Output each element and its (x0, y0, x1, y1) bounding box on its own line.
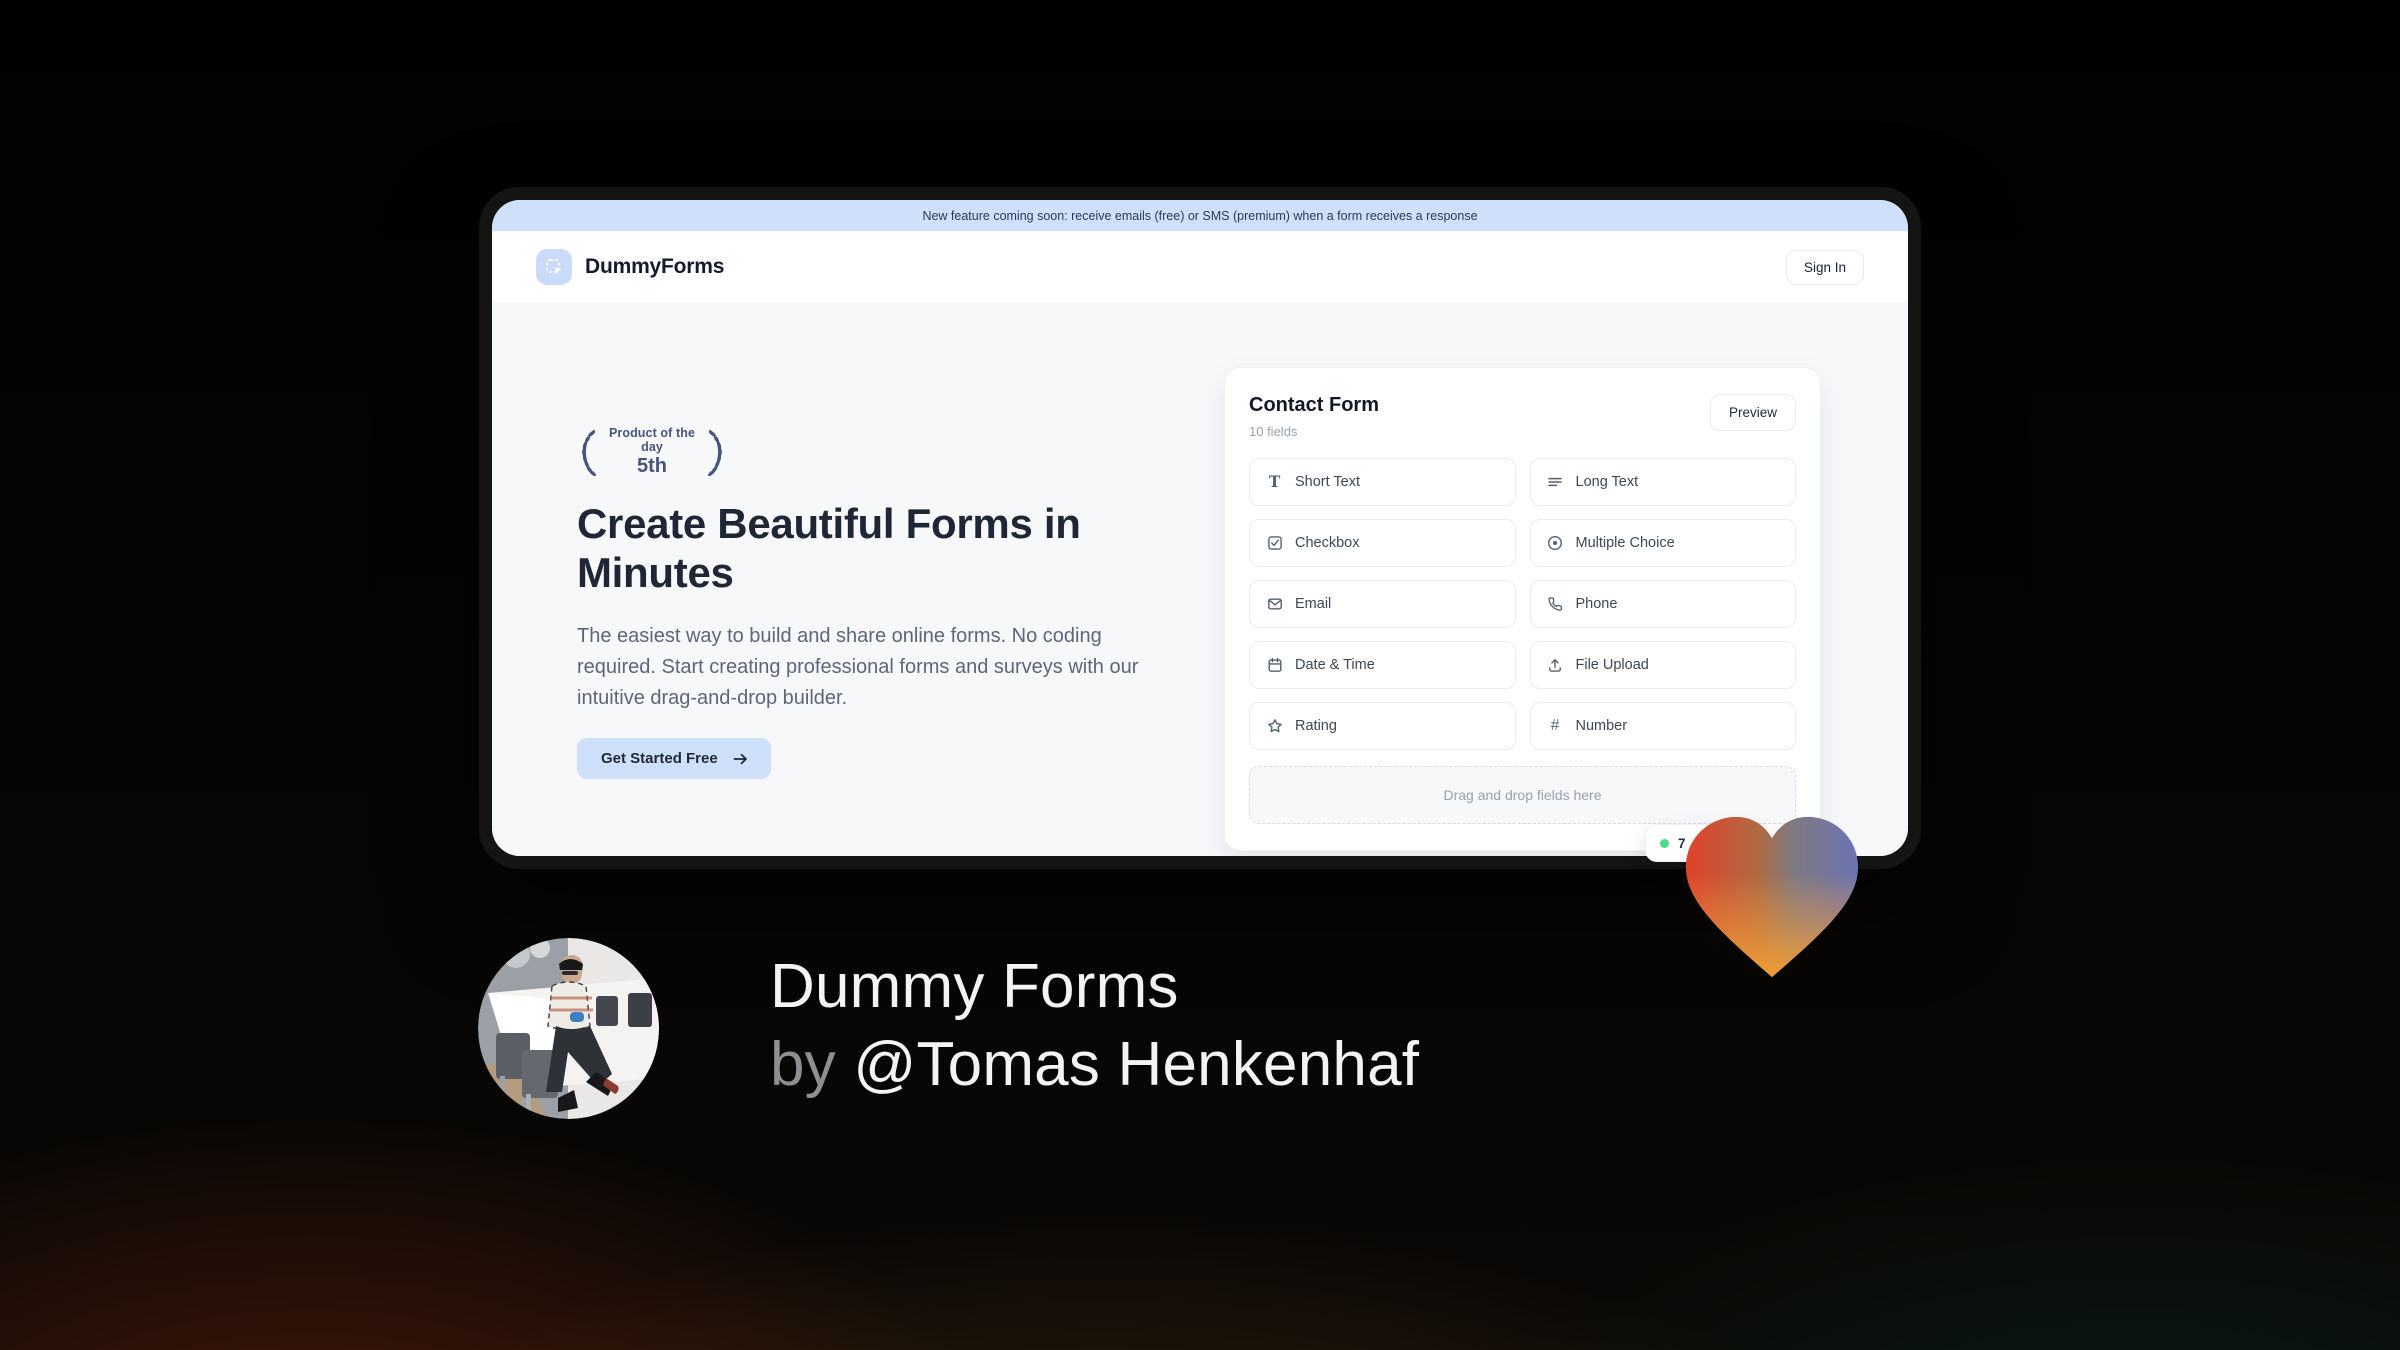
dummyforms-logo-icon (536, 249, 572, 285)
award-line2: 5th (637, 455, 667, 477)
author-avatar (478, 938, 659, 1119)
form-field-count: 10 fields (1249, 424, 1298, 439)
hash-icon: # (1550, 717, 1560, 735)
preview-button[interactable]: Preview (1709, 394, 1796, 431)
calendar-icon (1266, 657, 1283, 673)
laurel-left-icon (582, 429, 597, 477)
app-header: DummyForms Sign In (492, 231, 1908, 303)
field-tile-long-text[interactable]: Long Text (1529, 458, 1796, 506)
hero-left-column: Product of the day 5th Create Beautiful … (577, 425, 1165, 780)
field-tile-multiple-choice[interactable]: Multiple Choice (1529, 519, 1796, 567)
card-header: Contact Form 10 fields Preview (1249, 394, 1796, 439)
dropzone-text: Drag and drop fields here (1443, 787, 1602, 803)
promo-stage: New feature coming soon: receive emails … (0, 0, 2400, 1350)
status-dot (1660, 838, 1669, 848)
get-started-button[interactable]: Get Started Free (577, 738, 771, 780)
hero-section: Product of the day 5th Create Beautiful … (492, 303, 1908, 856)
caption-by: by (770, 1030, 854, 1099)
field-tile-rating[interactable]: Rating (1249, 702, 1516, 750)
product-of-the-day-badge: Product of the day 5th (577, 425, 727, 479)
caption: Dummy Forms by @Tomas Henkenhaf (770, 948, 1419, 1104)
multiple-choice-icon (1547, 535, 1564, 551)
brand-name: DummyForms (585, 255, 725, 278)
brand[interactable]: DummyForms (536, 249, 724, 285)
field-tile-email[interactable]: Email (1249, 580, 1516, 628)
upload-icon (1547, 657, 1564, 673)
field-tile-short-text[interactable]: T Short Text (1249, 458, 1516, 506)
field-tile-date-time[interactable]: Date & Time (1249, 641, 1516, 689)
gradient-heart-icon (1685, 816, 1859, 978)
award-text: Product of the day 5th (606, 426, 698, 478)
field-tile-checkbox[interactable]: Checkbox (1249, 519, 1516, 567)
hero-title: Create Beautiful Forms in Minutes (577, 500, 1081, 597)
star-icon (1266, 718, 1283, 734)
email-icon (1266, 596, 1283, 612)
field-palette: T Short Text Long Text Checkbox Multiple… (1249, 458, 1796, 750)
long-text-icon (1547, 474, 1564, 490)
announcement-banner: New feature coming soon: receive emails … (492, 200, 1908, 231)
sign-in-button[interactable]: Sign In (1785, 249, 1864, 285)
announcement-text: New feature coming soon: receive emails … (922, 208, 1478, 223)
form-builder-card: Contact Form 10 fields Preview T Short T… (1224, 367, 1821, 851)
field-tile-number[interactable]: # Number (1529, 702, 1796, 750)
field-tile-file-upload[interactable]: File Upload (1529, 641, 1796, 689)
short-text-icon: T (1268, 472, 1281, 492)
phone-icon (1547, 596, 1564, 612)
field-tile-phone[interactable]: Phone (1529, 580, 1796, 628)
form-title: Contact Form (1249, 394, 1379, 416)
arrow-right-icon (733, 753, 747, 764)
laurel-right-icon (707, 429, 722, 477)
checkbox-icon (1266, 535, 1283, 551)
get-started-label: Get Started Free (601, 750, 718, 768)
caption-author: @Tomas Henkenhaf (853, 1030, 1420, 1099)
app-screen: New feature coming soon: receive emails … (492, 200, 1908, 856)
app-window: New feature coming soon: receive emails … (479, 187, 1921, 869)
caption-line2: by @Tomas Henkenhaf (770, 1026, 1419, 1104)
award-line1: Product of the day (608, 426, 696, 454)
caption-line1: Dummy Forms (770, 952, 1179, 1021)
hero-description: The easiest way to build and share onlin… (577, 625, 1139, 710)
